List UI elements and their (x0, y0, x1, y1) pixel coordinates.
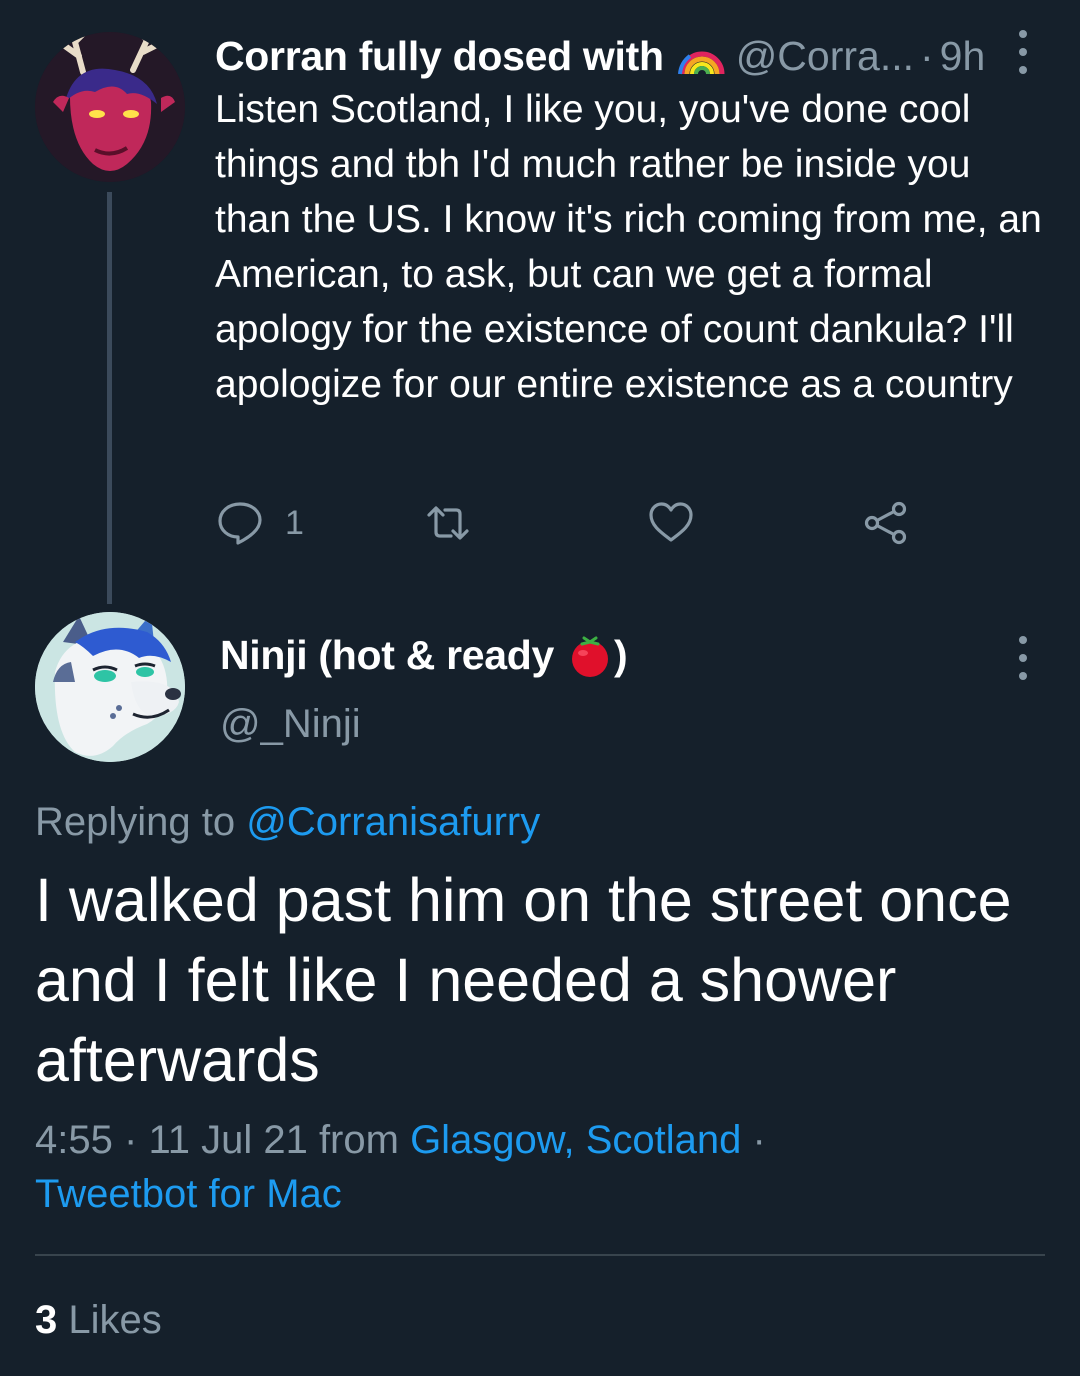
replying-to-line: Replying to @Corranisafurry (35, 795, 540, 849)
replying-to-link[interactable]: @Corranisafurry (246, 800, 540, 844)
tweet2-client-link[interactable]: Tweetbot for Mac (35, 1172, 342, 1216)
reply-icon (218, 502, 262, 545)
share-button[interactable] (863, 493, 909, 553)
deer-avatar-icon (35, 32, 185, 182)
wolf-avatar-icon (35, 612, 185, 762)
retweet-icon (427, 506, 469, 540)
avatar-ninji[interactable] (35, 612, 185, 762)
thread-connector-line (107, 192, 112, 604)
tweet2-name-suffix: ) (614, 632, 628, 678)
meta-separator: · (752, 1118, 766, 1162)
tweet2-handle[interactable]: @_Ninji (220, 698, 361, 750)
likes-count: 3 (35, 1298, 58, 1342)
tweet1-header: Corran fully dosed with @Corra... · 9h (215, 30, 1035, 82)
retweet-button[interactable] (425, 493, 471, 553)
tweet1-separator: · (920, 33, 934, 79)
tweet2-display-name[interactable]: Ninji (hot & ready ) (220, 628, 628, 683)
replying-to-label: Replying to (35, 800, 236, 844)
reply-count: 1 (285, 503, 304, 542)
like-button[interactable] (648, 493, 694, 553)
heart-icon (649, 502, 693, 542)
rainbow-icon (677, 36, 726, 76)
likes-summary[interactable]: 3 Likes (35, 1293, 162, 1347)
more-vertical-icon (1010, 636, 1036, 680)
tweet1-text: Listen Scotland, I like you, you've done… (215, 88, 1042, 406)
tweet1-more-options-button[interactable] (1010, 30, 1036, 74)
tweet1-timestamp[interactable]: 9h (940, 30, 986, 82)
tweet2-time: 4:55 (35, 1118, 113, 1162)
tweet2-metadata: 4:55 · 11 Jul 21 from Glasgow, Scotland … (35, 1113, 1045, 1221)
tweet1-handle[interactable]: @Corra... (736, 30, 914, 82)
more-vertical-icon (1010, 30, 1036, 74)
tweet2-more-options-button[interactable] (1010, 636, 1036, 680)
divider (35, 1254, 1045, 1256)
tweet1-display-name[interactable]: Corran fully dosed with (215, 30, 664, 82)
meta-separator: · (123, 1118, 138, 1162)
tweet1-action-bar: 1 (215, 493, 935, 553)
tweet2-text: I walked past him on the street once and… (35, 866, 1012, 1094)
tweet2-name-text: Ninji (hot & ready (220, 632, 555, 678)
tweet2-location-link[interactable]: Glasgow, Scotland (410, 1118, 741, 1162)
reply-button[interactable]: 1 (217, 493, 304, 553)
share-icon (864, 501, 907, 545)
tomato-icon (568, 634, 612, 678)
avatar-corran[interactable] (35, 32, 185, 182)
likes-label: Likes (68, 1298, 162, 1342)
tweet2-from-label: from (318, 1118, 399, 1162)
tweet2-date: 11 Jul 21 (148, 1118, 308, 1162)
